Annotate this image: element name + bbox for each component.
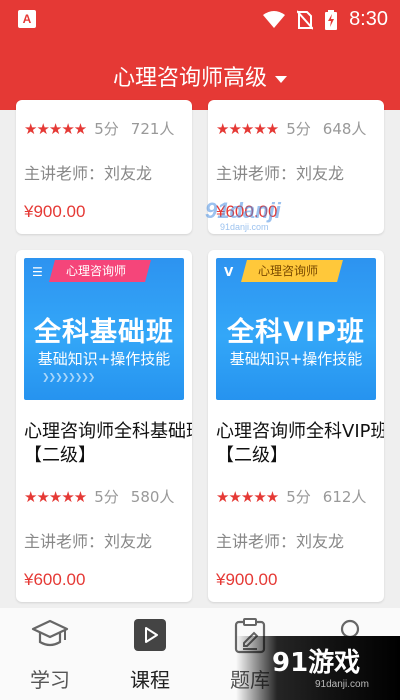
tab-label: 课程 — [130, 668, 170, 692]
teacher-label: 主讲老师：刘友龙 — [216, 532, 345, 551]
course-title: 心理咨询师全科VIP班 【二级】 — [216, 421, 384, 466]
wifi-icon — [263, 10, 286, 28]
rating: ★★★★★ 5分 721人 — [24, 118, 174, 139]
course-price: ¥900.00 — [216, 570, 278, 589]
rating-score: 5分 — [286, 488, 311, 506]
battery-charging-icon — [325, 9, 338, 30]
course-title: 心理咨询师全科基础班 【二级】 — [24, 421, 192, 466]
tab-label: 学习 — [30, 668, 70, 692]
corner-logo: 91游戏 — [272, 648, 361, 678]
rating: ★★★★★ 5分 612人 — [216, 486, 366, 507]
course-card[interactable]: ★★★★★ 5分 721人 主讲老师：刘友龙 ¥900.00 — [16, 100, 192, 234]
course-price: ¥900.00 — [24, 202, 86, 221]
course-card[interactable]: 心理咨询师 V 全科VIP班 基础知识+操作技能 心理咨询师全科VIP班 【二级… — [208, 250, 384, 602]
teacher-label: 主讲老师：刘友龙 — [216, 164, 345, 183]
student-count: 648人 — [322, 120, 367, 138]
banner-title: 全科基础班 — [34, 317, 174, 348]
student-count: 580人 — [130, 488, 175, 506]
watermark-logo: 91danji — [205, 198, 281, 223]
course-price: ¥600.00 — [24, 570, 86, 589]
student-count: 721人 — [130, 120, 175, 138]
category-selector[interactable]: 心理咨询师高级 — [0, 60, 400, 92]
rating-score: 5分 — [94, 488, 119, 506]
rating-score: 5分 — [94, 120, 119, 138]
clock-time: 8:30 — [349, 8, 388, 30]
student-count: 612人 — [322, 488, 367, 506]
corner-logo-url: 91danji.com — [315, 679, 369, 690]
teacher-label: 主讲老师：刘友龙 — [24, 164, 153, 183]
no-sim-icon — [297, 9, 314, 30]
rating-stars: ★★★★★ — [24, 487, 87, 506]
course-tag: 心理咨询师 — [241, 260, 343, 282]
teacher-label: 主讲老师：刘友龙 — [24, 532, 153, 551]
banner-subtitle: 基础知识+操作技能 — [37, 350, 171, 368]
page-title: 心理咨询师高级 — [112, 66, 267, 91]
course-card[interactable]: 心理咨询师 ☰ 全科基础班 基础知识+操作技能 ❯❯❯❯❯❯❯❯ 心理咨询师全科… — [16, 250, 192, 602]
chevron-down-icon — [275, 75, 287, 83]
course-banner: 心理咨询师 V 全科VIP班 基础知识+操作技能 — [216, 258, 376, 400]
course-banner: 心理咨询师 ☰ 全科基础班 基础知识+操作技能 ❯❯❯❯❯❯❯❯ — [24, 258, 184, 400]
tab-courses[interactable]: 课程 — [100, 608, 200, 700]
rating-stars: ★★★★★ — [24, 119, 87, 138]
status-bar: A 8:30 — [0, 0, 400, 38]
watermark-url: 91danji.com — [220, 222, 269, 232]
settings-sliders-icon: ☰ — [32, 265, 43, 279]
rating: ★★★★★ 5分 648人 — [216, 118, 366, 139]
app-notification-icon: A — [18, 10, 36, 28]
graduation-cap-icon — [31, 619, 69, 647]
vip-badge-icon: V — [224, 265, 234, 279]
tab-study[interactable]: 学习 — [0, 608, 100, 700]
course-tag: 心理咨询师 — [49, 260, 151, 282]
rating-stars: ★★★★★ — [216, 119, 279, 138]
banner-subtitle: 基础知识+操作技能 — [229, 350, 363, 368]
rating-score: 5分 — [286, 120, 311, 138]
play-icon — [134, 619, 166, 651]
banner-title: 全科VIP班 — [227, 317, 365, 348]
arrows-decoration-icon: ❯❯❯❯❯❯❯❯ — [42, 373, 95, 383]
rating: ★★★★★ 5分 580人 — [24, 486, 174, 507]
rating-stars: ★★★★★ — [216, 487, 279, 506]
